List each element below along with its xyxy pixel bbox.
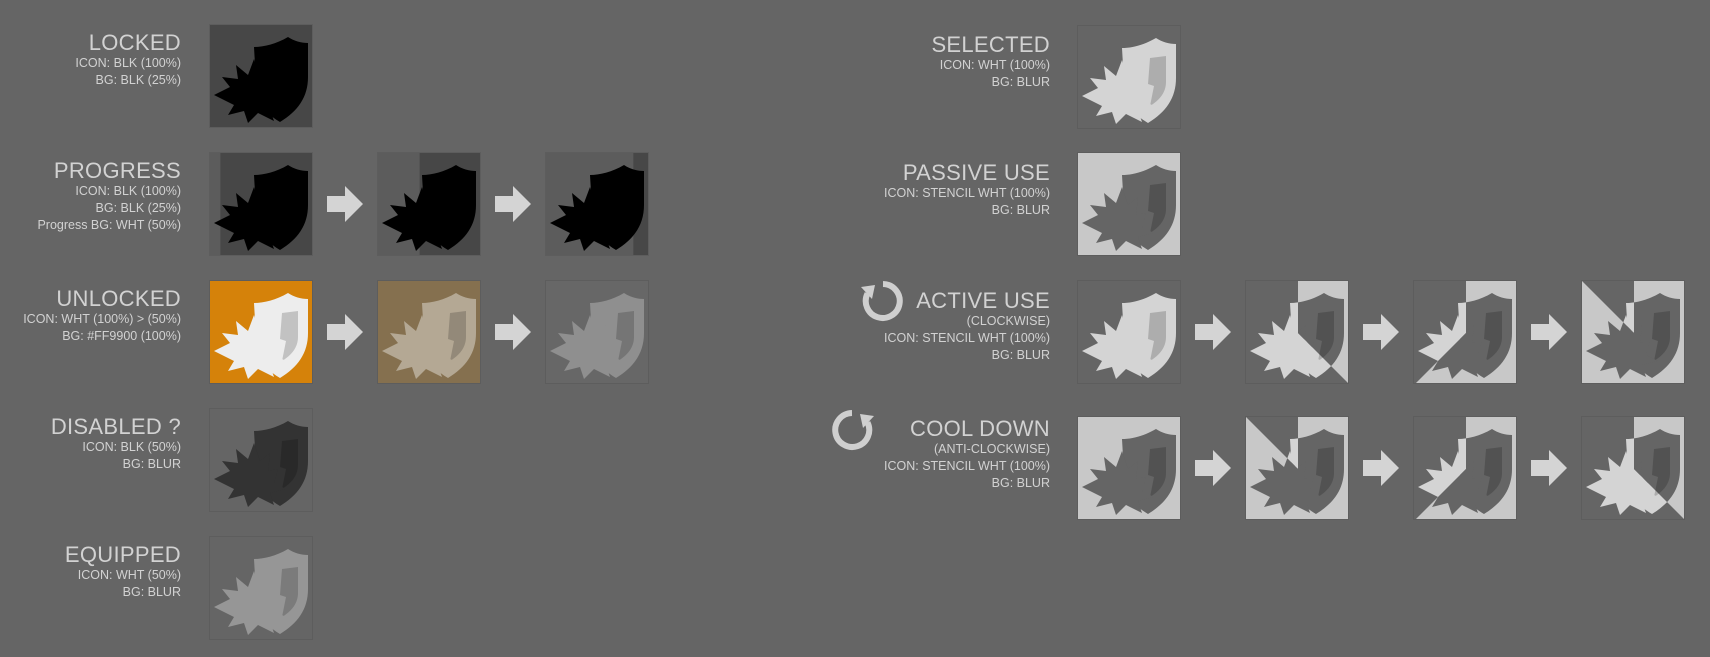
state-spec: ICON: WHT (100%) bbox=[939, 58, 1050, 72]
cool-down-tile bbox=[1245, 416, 1349, 520]
active-use-tile bbox=[1413, 280, 1517, 384]
state-spec: BG: BLK (25%) bbox=[95, 73, 181, 87]
state-spec: BG: BLUR bbox=[122, 457, 181, 471]
state-title: DISABLED ? bbox=[50, 414, 181, 439]
state-spec: BG: BLUR bbox=[122, 585, 181, 599]
state-spec: (ANTI-CLOCKWISE) bbox=[934, 442, 1050, 456]
state-spec: ICON: STENCIL WHT (100%) bbox=[884, 186, 1050, 200]
progress-tile bbox=[209, 152, 313, 256]
passive-use-label: PASSIVE USE ICON: STENCIL WHT (100%) BG:… bbox=[884, 161, 1050, 219]
arrow-right-icon bbox=[1195, 450, 1231, 486]
state-spec: ICON: BLK (100%) bbox=[75, 184, 181, 198]
active-use-tile bbox=[1581, 280, 1685, 384]
active-use-tile bbox=[1245, 280, 1349, 384]
state-spec: ICON: WHT (100%) > (50%) bbox=[23, 312, 181, 326]
state-title: COOL DOWN bbox=[910, 416, 1050, 441]
cool-down-tile bbox=[1581, 416, 1685, 520]
state-spec: BG: BLUR bbox=[991, 75, 1050, 89]
state-spec: BG: BLK (25%) bbox=[95, 201, 181, 215]
arrow-right-icon bbox=[1531, 450, 1567, 486]
arrow-right-icon bbox=[495, 186, 531, 222]
arrow-right-icon bbox=[327, 186, 363, 222]
arrow-right-icon bbox=[495, 314, 531, 350]
progress-tile bbox=[545, 152, 649, 256]
cool-down-tile bbox=[1413, 416, 1517, 520]
locked-tile bbox=[209, 24, 313, 128]
progress-tile bbox=[377, 152, 481, 256]
unlocked-label: UNLOCKED ICON: WHT (100%) > (50%) BG: #F… bbox=[23, 287, 181, 345]
state-spec: ICON: BLK (50%) bbox=[82, 440, 181, 454]
state-spec: (CLOCKWISE) bbox=[966, 314, 1050, 328]
unlocked-tile bbox=[377, 280, 481, 384]
state-title: PROGRESS bbox=[53, 158, 181, 183]
cool-down-tile bbox=[1077, 416, 1181, 520]
arrow-right-icon bbox=[1363, 314, 1399, 350]
locked-label: LOCKED ICON: BLK (100%) BG: BLK (25%) bbox=[75, 31, 181, 89]
arrow-right-icon bbox=[327, 314, 363, 350]
state-spec: ICON: WHT (50%) bbox=[77, 568, 181, 582]
cool-down-label: COOL DOWN (ANTI-CLOCKWISE) ICON: STENCIL… bbox=[884, 417, 1050, 492]
state-spec: Progress BG: WHT (50%) bbox=[37, 218, 181, 232]
passive-use-tile bbox=[1077, 152, 1181, 256]
state-spec: ICON: STENCIL WHT (100%) bbox=[884, 459, 1050, 473]
state-spec: BG: #FF9900 (100%) bbox=[62, 329, 181, 343]
state-title: EQUIPPED bbox=[64, 542, 181, 567]
state-spec: BG: BLUR bbox=[991, 348, 1050, 362]
equipped-label: EQUIPPED ICON: WHT (50%) BG: BLUR bbox=[65, 543, 181, 601]
active-use-label: ACTIVE USE (CLOCKWISE) ICON: STENCIL WHT… bbox=[884, 289, 1050, 364]
progress-label: PROGRESS ICON: BLK (100%) BG: BLK (25%) … bbox=[37, 159, 181, 234]
arrow-right-icon bbox=[1531, 314, 1567, 350]
rotate-anticlockwise-icon bbox=[832, 410, 874, 450]
arrow-right-icon bbox=[1363, 450, 1399, 486]
selected-label: SELECTED ICON: WHT (100%) BG: BLUR bbox=[931, 33, 1050, 91]
selected-tile bbox=[1077, 25, 1181, 129]
unlocked-tile bbox=[545, 280, 649, 384]
state-title: PASSIVE USE bbox=[902, 160, 1050, 185]
arrow-right-icon bbox=[1195, 314, 1231, 350]
equipped-tile bbox=[209, 536, 313, 640]
disabled-label: DISABLED ? ICON: BLK (50%) BG: BLUR bbox=[51, 415, 181, 473]
state-title: LOCKED bbox=[88, 30, 181, 55]
state-title: SELECTED bbox=[931, 32, 1050, 57]
disabled-tile bbox=[209, 408, 313, 512]
state-spec: ICON: STENCIL WHT (100%) bbox=[884, 331, 1050, 345]
state-spec: BG: BLUR bbox=[991, 476, 1050, 490]
state-title: ACTIVE USE bbox=[916, 288, 1050, 313]
state-spec: ICON: BLK (100%) bbox=[75, 56, 181, 70]
active-use-tile bbox=[1077, 280, 1181, 384]
state-spec: BG: BLUR bbox=[991, 203, 1050, 217]
state-title: UNLOCKED bbox=[56, 286, 181, 311]
unlocked-tile bbox=[209, 280, 313, 384]
